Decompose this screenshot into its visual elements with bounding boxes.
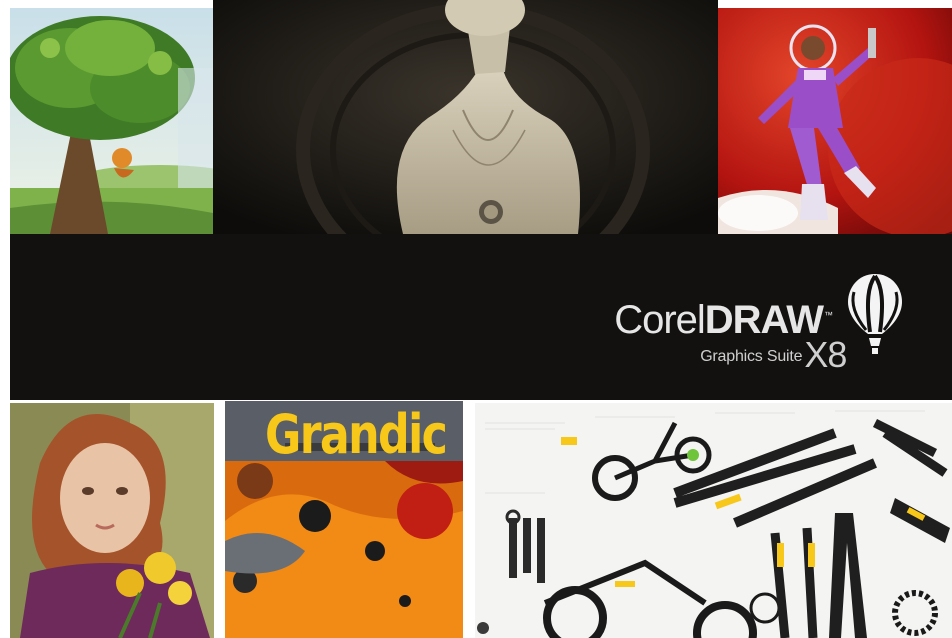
back-portrait-tile — [213, 0, 718, 234]
version-label: X8 — [804, 334, 847, 375]
suite-name: Graphics Suite — [700, 348, 803, 365]
tree-illustration-tile — [10, 8, 213, 234]
grandic-title: Grandic — [265, 403, 448, 466]
suite-line: Graphics SuiteX8 — [700, 328, 847, 375]
grandic-poster-tile: Grandic — [225, 401, 463, 638]
space-girl-tile — [718, 8, 952, 234]
bike-design-sheet-tile — [475, 403, 952, 638]
wordmark-corel: Corel — [614, 298, 706, 342]
coreldraw-logo: CorelDRAW™ Graphics SuiteX8 — [614, 272, 904, 375]
trademark-symbol: ™ — [824, 310, 833, 320]
hot-air-balloon-icon — [846, 272, 904, 361]
girl-portrait-tile — [10, 403, 214, 638]
